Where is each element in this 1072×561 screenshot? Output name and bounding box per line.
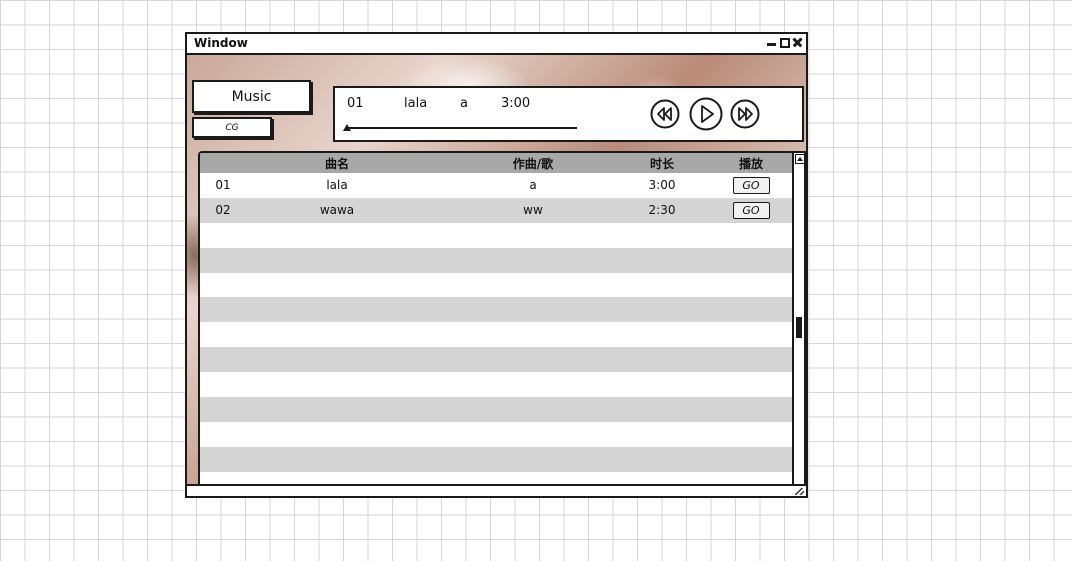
background-image: Music CG 01 lala a 3:00 曲名 作曲/歌 时长 播放 01…: [187, 55, 806, 497]
now-playing-artist: a: [460, 96, 468, 111]
progress-track: [347, 127, 577, 129]
progress-slider[interactable]: [343, 124, 577, 131]
now-playing-panel: 01 lala a 3:00: [333, 86, 804, 142]
table-row[interactable]: 02 wawa ww 2:30 GO: [200, 197, 792, 223]
header-artist: 作曲/歌: [512, 156, 554, 171]
row-title: lala: [326, 178, 348, 193]
empty-table-row: [200, 322, 792, 348]
music-tab-button[interactable]: Music: [192, 80, 311, 113]
row-artist: a: [529, 178, 537, 193]
close-icon[interactable]: [792, 36, 803, 48]
row-play-cell: GO: [728, 198, 774, 223]
title-bar[interactable]: Window: [187, 34, 806, 55]
status-bar: [187, 484, 806, 496]
empty-table-row: [200, 272, 792, 298]
scroll-up-icon[interactable]: [795, 154, 805, 164]
playlist-table: 曲名 作曲/歌 时长 播放 01 lala a 3:00 GO 02 wawa: [198, 151, 795, 497]
header-play: 播放: [738, 156, 763, 171]
table-body: 01 lala a 3:00 GO 02 wawa ww 2:30 GO: [200, 173, 792, 495]
header-title: 曲名: [324, 156, 349, 171]
empty-table-row: [200, 297, 792, 323]
app-window: Window Music CG 01 lala a 3:00 曲名 作曲/歌 时…: [185, 32, 808, 498]
row-title: wawa: [319, 203, 355, 218]
play-icon[interactable]: [689, 97, 723, 131]
progress-handle[interactable]: [343, 124, 351, 131]
now-playing-number: 01: [347, 96, 364, 111]
table-row[interactable]: 01 lala a 3:00 GO: [200, 173, 792, 198]
cg-tab-button[interactable]: CG: [192, 117, 272, 138]
empty-table-row: [200, 222, 792, 248]
go-button[interactable]: GO: [732, 201, 770, 219]
empty-table-row: [200, 347, 792, 373]
now-playing-duration: 3:00: [501, 96, 531, 111]
empty-table-row: [200, 446, 792, 472]
vertical-scrollbar[interactable]: [792, 151, 806, 497]
row-length: 2:30: [648, 203, 676, 218]
go-button[interactable]: GO: [732, 176, 770, 194]
row-number: 02: [215, 203, 231, 218]
row-number: 01: [215, 178, 231, 193]
resize-grip-icon[interactable]: [795, 488, 804, 495]
now-playing-title: lala: [404, 96, 428, 111]
rewind-icon[interactable]: [650, 99, 680, 129]
empty-table-row: [200, 397, 792, 422]
header-length: 时长: [649, 156, 674, 171]
empty-table-row: [200, 247, 792, 273]
row-artist: ww: [523, 203, 543, 218]
table-header: 曲名 作曲/歌 时长 播放: [200, 153, 792, 173]
row-play-cell: GO: [728, 173, 774, 198]
minimize-icon[interactable]: [766, 36, 777, 48]
empty-table-row: [200, 421, 792, 447]
maximize-icon[interactable]: [779, 36, 790, 48]
fast-forward-icon[interactable]: [730, 99, 760, 129]
scroll-thumb[interactable]: [796, 317, 802, 338]
empty-table-row: [200, 372, 792, 398]
window-title: Window: [194, 36, 248, 50]
window-controls: [766, 36, 803, 48]
row-length: 3:00: [648, 178, 676, 193]
